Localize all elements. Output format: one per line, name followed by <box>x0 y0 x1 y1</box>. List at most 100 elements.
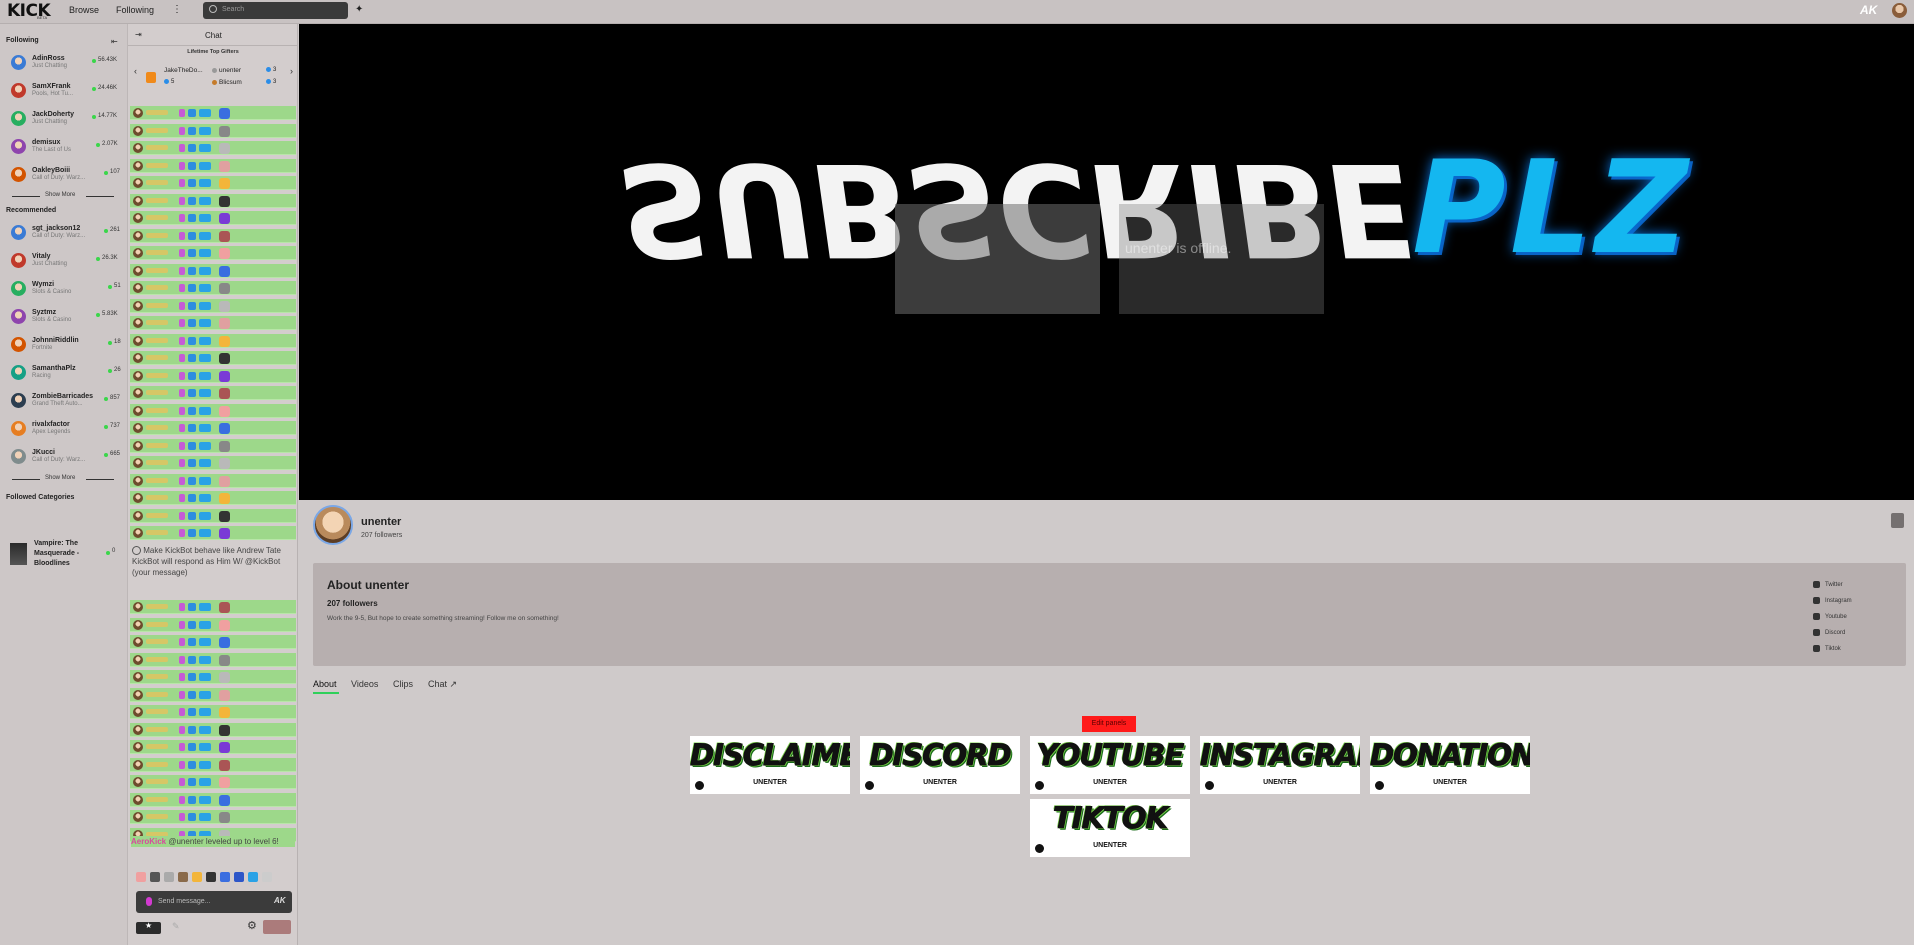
username[interactable] <box>146 604 168 609</box>
username[interactable] <box>146 285 168 290</box>
user-avatar[interactable] <box>133 528 143 538</box>
user-avatar[interactable] <box>133 759 143 770</box>
username[interactable] <box>146 674 168 679</box>
sidebar-channel-jkucci[interactable]: JKucci Call of Duty: Warz... 665 <box>0 445 126 472</box>
username[interactable] <box>146 814 168 819</box>
username[interactable] <box>146 691 168 697</box>
microphone-icon[interactable] <box>146 897 152 906</box>
username[interactable] <box>146 180 168 185</box>
gifters-prev-icon[interactable]: ‹ <box>134 66 137 76</box>
channel-name[interactable]: unenter <box>361 516 401 528</box>
username[interactable] <box>146 215 168 220</box>
username[interactable] <box>146 232 168 238</box>
username[interactable] <box>146 442 168 448</box>
sidebar-channel-oakleyboiii[interactable]: OakleyBoiii Call of Duty: Warz... 107 <box>0 163 126 190</box>
user-avatar[interactable] <box>133 143 143 153</box>
username[interactable] <box>146 197 168 203</box>
sidebar-channel-zombiebarricades[interactable]: ZombieBarricades Grand Theft Auto... 857 <box>0 389 126 416</box>
user-avatar[interactable] <box>133 388 143 398</box>
tab-clips[interactable]: Clips <box>393 679 413 689</box>
show-more-following[interactable]: Show More <box>12 192 114 202</box>
username[interactable] <box>146 127 168 133</box>
panel-instagram[interactable]: INSTAGRAM UNENTER <box>1200 736 1360 794</box>
emote-icon[interactable] <box>248 872 258 882</box>
username[interactable] <box>146 162 168 168</box>
panel-disclaimers[interactable]: DISCLAIMERS UNENTER <box>690 736 850 794</box>
username[interactable] <box>146 495 168 500</box>
edit-panels-button[interactable]: Edit panels <box>1082 716 1136 732</box>
user-avatar[interactable] <box>133 440 143 451</box>
sidebar-channel-johnniriddlin[interactable]: JohnniRiddlin Fortnite 18 <box>0 333 126 360</box>
username[interactable] <box>146 512 168 518</box>
username[interactable] <box>146 390 168 395</box>
emote-icon[interactable] <box>262 872 272 882</box>
social-tiktok[interactable]: Tiktok <box>1813 645 1841 652</box>
user-avatar[interactable] <box>133 160 143 171</box>
username[interactable] <box>146 744 168 749</box>
username[interactable] <box>146 145 168 150</box>
report-icon[interactable] <box>1891 513 1904 528</box>
sidebar-channel-sgt_jackson12[interactable]: sgt_jackson12 Call of Duty: Warz... 261 <box>0 221 126 248</box>
sidebar-channel-demisux[interactable]: demisux The Last of Us 2.07K <box>0 135 126 162</box>
user-avatar[interactable] <box>133 353 143 363</box>
emote-icon[interactable] <box>178 872 188 882</box>
panel-discord[interactable]: DISCORD UNENTER <box>860 736 1020 794</box>
nav-following[interactable]: Following <box>116 5 154 15</box>
username[interactable] <box>146 779 168 784</box>
show-more-recommended[interactable]: Show More <box>12 475 114 485</box>
sidebar-channel-vitaly[interactable]: Vitaly Just Chatting 26.3K <box>0 249 126 276</box>
user-avatar[interactable] <box>133 707 143 717</box>
nav-browse[interactable]: Browse <box>69 5 99 15</box>
username[interactable] <box>146 796 168 802</box>
sidebar-channel-wymzi[interactable]: Wymzi Slots & Casino 51 <box>0 277 126 304</box>
tab-videos[interactable]: Videos <box>351 679 378 689</box>
user-avatar[interactable] <box>133 405 143 416</box>
social-twitter[interactable]: Twitter <box>1813 581 1843 588</box>
user-avatar[interactable] <box>133 178 143 188</box>
user-avatar[interactable] <box>133 493 143 503</box>
social-discord[interactable]: Discord <box>1813 629 1845 636</box>
social-instagram[interactable]: Instagram <box>1813 597 1852 604</box>
username[interactable] <box>146 302 168 308</box>
user-avatar[interactable] <box>133 619 143 630</box>
aerokick-name[interactable]: AeroKick <box>131 837 166 846</box>
chat-settings-gear-icon[interactable]: ⚙ <box>247 919 257 932</box>
user-avatar[interactable] <box>133 672 143 682</box>
sidebar-channel-samanthaplz[interactable]: SamanthaPlz Racing 26 <box>0 361 126 388</box>
channel-points-button[interactable] <box>136 921 161 934</box>
user-avatar[interactable] <box>133 318 143 328</box>
user-avatar[interactable] <box>133 689 143 700</box>
username[interactable] <box>146 530 168 535</box>
gifters-next-icon[interactable]: › <box>290 66 293 76</box>
username[interactable] <box>146 761 168 767</box>
username[interactable] <box>146 639 168 644</box>
social-youtube[interactable]: Youtube <box>1813 613 1847 620</box>
user-avatar[interactable] <box>133 654 143 665</box>
chat-collapse-icon[interactable]: ⇥ <box>135 30 142 39</box>
user-avatar[interactable] <box>133 248 143 258</box>
emote-icon[interactable] <box>192 872 202 882</box>
user-avatar[interactable] <box>133 213 143 223</box>
username[interactable] <box>146 320 168 325</box>
collapse-sidebar-icon[interactable]: ⇤ <box>111 37 118 46</box>
more-menu-icon[interactable]: ⋮ <box>172 4 182 15</box>
user-avatar[interactable] <box>133 475 143 486</box>
emote-icon[interactable] <box>220 872 230 882</box>
emote-quick-bar[interactable] <box>136 872 294 884</box>
username[interactable] <box>146 407 168 413</box>
username[interactable] <box>146 709 168 714</box>
user-avatar[interactable] <box>133 742 143 752</box>
username[interactable] <box>146 477 168 483</box>
user-avatar[interactable] <box>133 602 143 612</box>
gifter-name[interactable]: JakeTheDo... <box>164 67 203 74</box>
search-input[interactable]: Search <box>203 2 348 19</box>
username[interactable] <box>146 460 168 465</box>
aerokick-chat-icon[interactable]: AK <box>274 896 286 905</box>
extension-icon[interactable]: ✦ <box>355 4 363 15</box>
user-avatar[interactable] <box>133 230 143 241</box>
sidebar-channel-samxfrank[interactable]: SamXFrank Pools, Hot Tu... 24.46K <box>0 79 126 106</box>
gifter-name[interactable]: Blicsum <box>212 79 242 86</box>
user-avatar[interactable] <box>133 283 143 293</box>
user-avatar[interactable] <box>133 637 143 647</box>
panel-youtube[interactable]: YOUTUBE UNENTER <box>1030 736 1190 794</box>
